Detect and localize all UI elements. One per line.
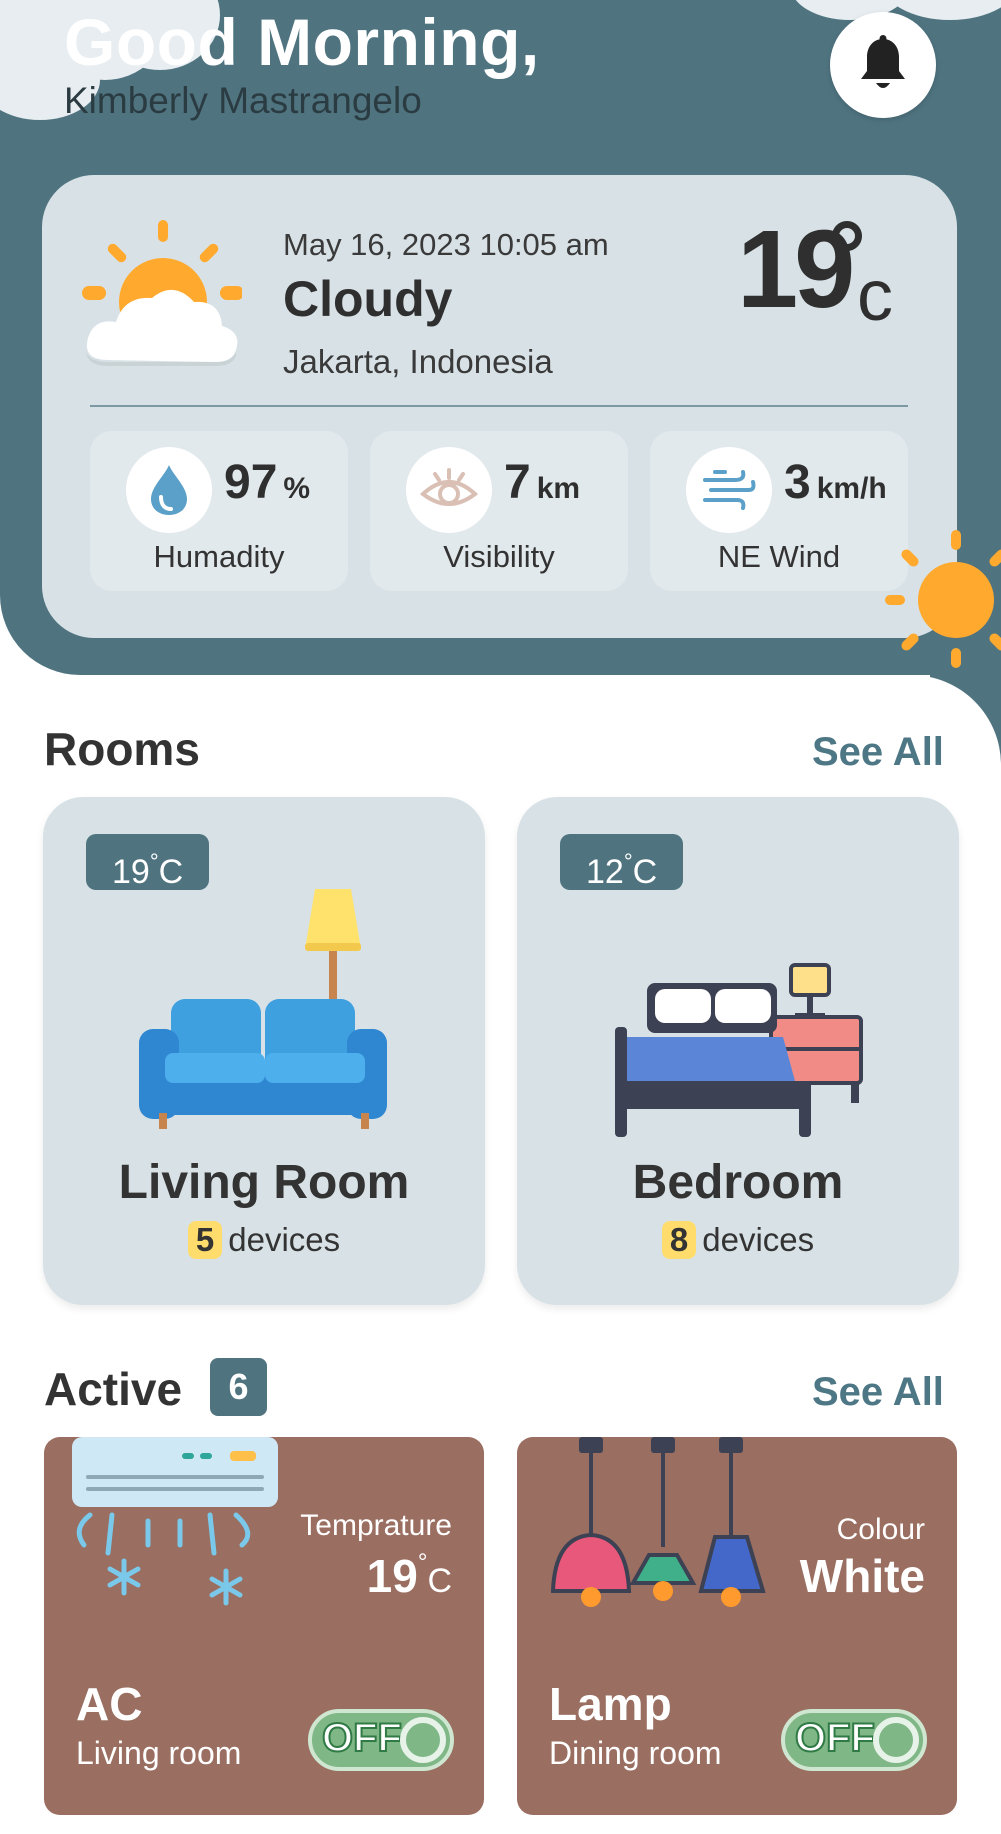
- sun-decoration-icon: [885, 530, 1001, 668]
- wind-stat: 3 km/h NE Wind: [650, 431, 908, 591]
- weather-divider: [90, 405, 908, 407]
- lamp-colour-value: White: [799, 1550, 925, 1602]
- notification-button[interactable]: [830, 12, 936, 118]
- visibility-label: Visibility: [443, 539, 555, 574]
- pendant-lamp-icon: [551, 1437, 766, 1607]
- weather-card: May 16, 2023 10:05 am Cloudy Jakarta, In…: [42, 175, 957, 638]
- device-name: AC: [76, 1678, 143, 1730]
- device-count-badge: 5: [187, 1221, 223, 1259]
- air-conditioner-icon: [72, 1437, 278, 1606]
- greeting-title: Good Morning,: [64, 5, 540, 79]
- wind-value: 3: [784, 456, 811, 509]
- bed-nightstand-icon: [615, 963, 863, 1137]
- visibility-stat: 7 km Visibility: [370, 431, 628, 591]
- weather-condition: Cloudy: [283, 271, 453, 327]
- room-card-living-room[interactable]: 19°C Living Room 5 devices: [43, 797, 485, 1305]
- room-temp-badge: 12°C: [560, 834, 684, 891]
- ac-temperature-unit: C: [427, 1562, 452, 1600]
- degree-symbol: [832, 221, 862, 251]
- room-temp-value: 12: [586, 853, 624, 891]
- ac-temperature: 19°C: [367, 1549, 452, 1603]
- humidity-unit: %: [283, 472, 311, 505]
- device-room: Dining room: [549, 1735, 722, 1771]
- active-see-all-link[interactable]: See All: [812, 1370, 944, 1415]
- weather-unit: c: [857, 256, 893, 336]
- degree-symbol: °: [149, 849, 159, 874]
- rooms-section-title: Rooms: [44, 723, 200, 775]
- room-name: Bedroom: [632, 1156, 844, 1209]
- eye-icon: [406, 447, 492, 533]
- room-devices: 5 devices: [43, 1221, 485, 1259]
- active-count-badge: 6: [210, 1358, 267, 1416]
- device-count-badge: 8: [661, 1221, 697, 1259]
- devices-label: devices: [702, 1221, 815, 1258]
- room-name: Living Room: [118, 1156, 410, 1209]
- toggle-knob: [873, 1717, 919, 1763]
- room-temp-value: 19: [112, 853, 150, 891]
- wind-unit: km/h: [816, 472, 887, 505]
- room-temp-badge: 19°C: [86, 834, 210, 891]
- room-card-bedroom[interactable]: 12°C Bedroom 8 devices: [517, 797, 959, 1305]
- room-devices: 8 devices: [517, 1221, 959, 1259]
- water-drop-icon: [126, 447, 212, 533]
- bell-icon: [861, 35, 905, 88]
- lamp-power-toggle[interactable]: OFF: [781, 1709, 927, 1771]
- device-name: Lamp: [549, 1678, 672, 1730]
- ac-temperature-value: 19: [366, 1550, 418, 1602]
- active-section-title: Active: [44, 1363, 183, 1415]
- toggle-label: OFF: [321, 1715, 403, 1761]
- humidity-label: Humadity: [153, 539, 285, 574]
- degree-symbol: °: [417, 1549, 428, 1576]
- user-name: Kimberly Mastrangelo: [64, 80, 422, 121]
- active-device-card-ac[interactable]: Temprature 19°C AC Living room OFF: [44, 1437, 484, 1815]
- active-device-card-lamp[interactable]: Colour White Lamp Dining room OFF: [517, 1437, 957, 1815]
- humidity-value: 97: [224, 456, 278, 509]
- weather-datetime: May 16, 2023 10:05 am: [283, 227, 609, 262]
- ac-detail-label: Temprature: [300, 1509, 452, 1542]
- rooms-see-all-link[interactable]: See All: [812, 730, 944, 775]
- toggle-label: OFF: [794, 1715, 876, 1761]
- weather-location: Jakarta, Indonesia: [283, 343, 553, 380]
- devices-label: devices: [228, 1221, 341, 1258]
- cloudy-sun-icon: [82, 220, 242, 366]
- visibility-unit: km: [536, 472, 581, 505]
- visibility-value: 7: [504, 456, 531, 509]
- degree-symbol: °: [623, 849, 633, 874]
- room-temp-unit: C: [158, 853, 184, 891]
- room-temp-unit: C: [632, 853, 658, 891]
- ac-power-toggle[interactable]: OFF: [308, 1709, 454, 1771]
- sofa-lamp-icon: [139, 889, 387, 1129]
- wind-label: NE Wind: [717, 539, 841, 574]
- device-room: Living room: [76, 1735, 242, 1771]
- wind-icon: [686, 447, 772, 533]
- humidity-stat: 97% Humadity: [90, 431, 348, 591]
- lamp-detail-label: Colour: [836, 1513, 925, 1546]
- toggle-knob: [400, 1717, 446, 1763]
